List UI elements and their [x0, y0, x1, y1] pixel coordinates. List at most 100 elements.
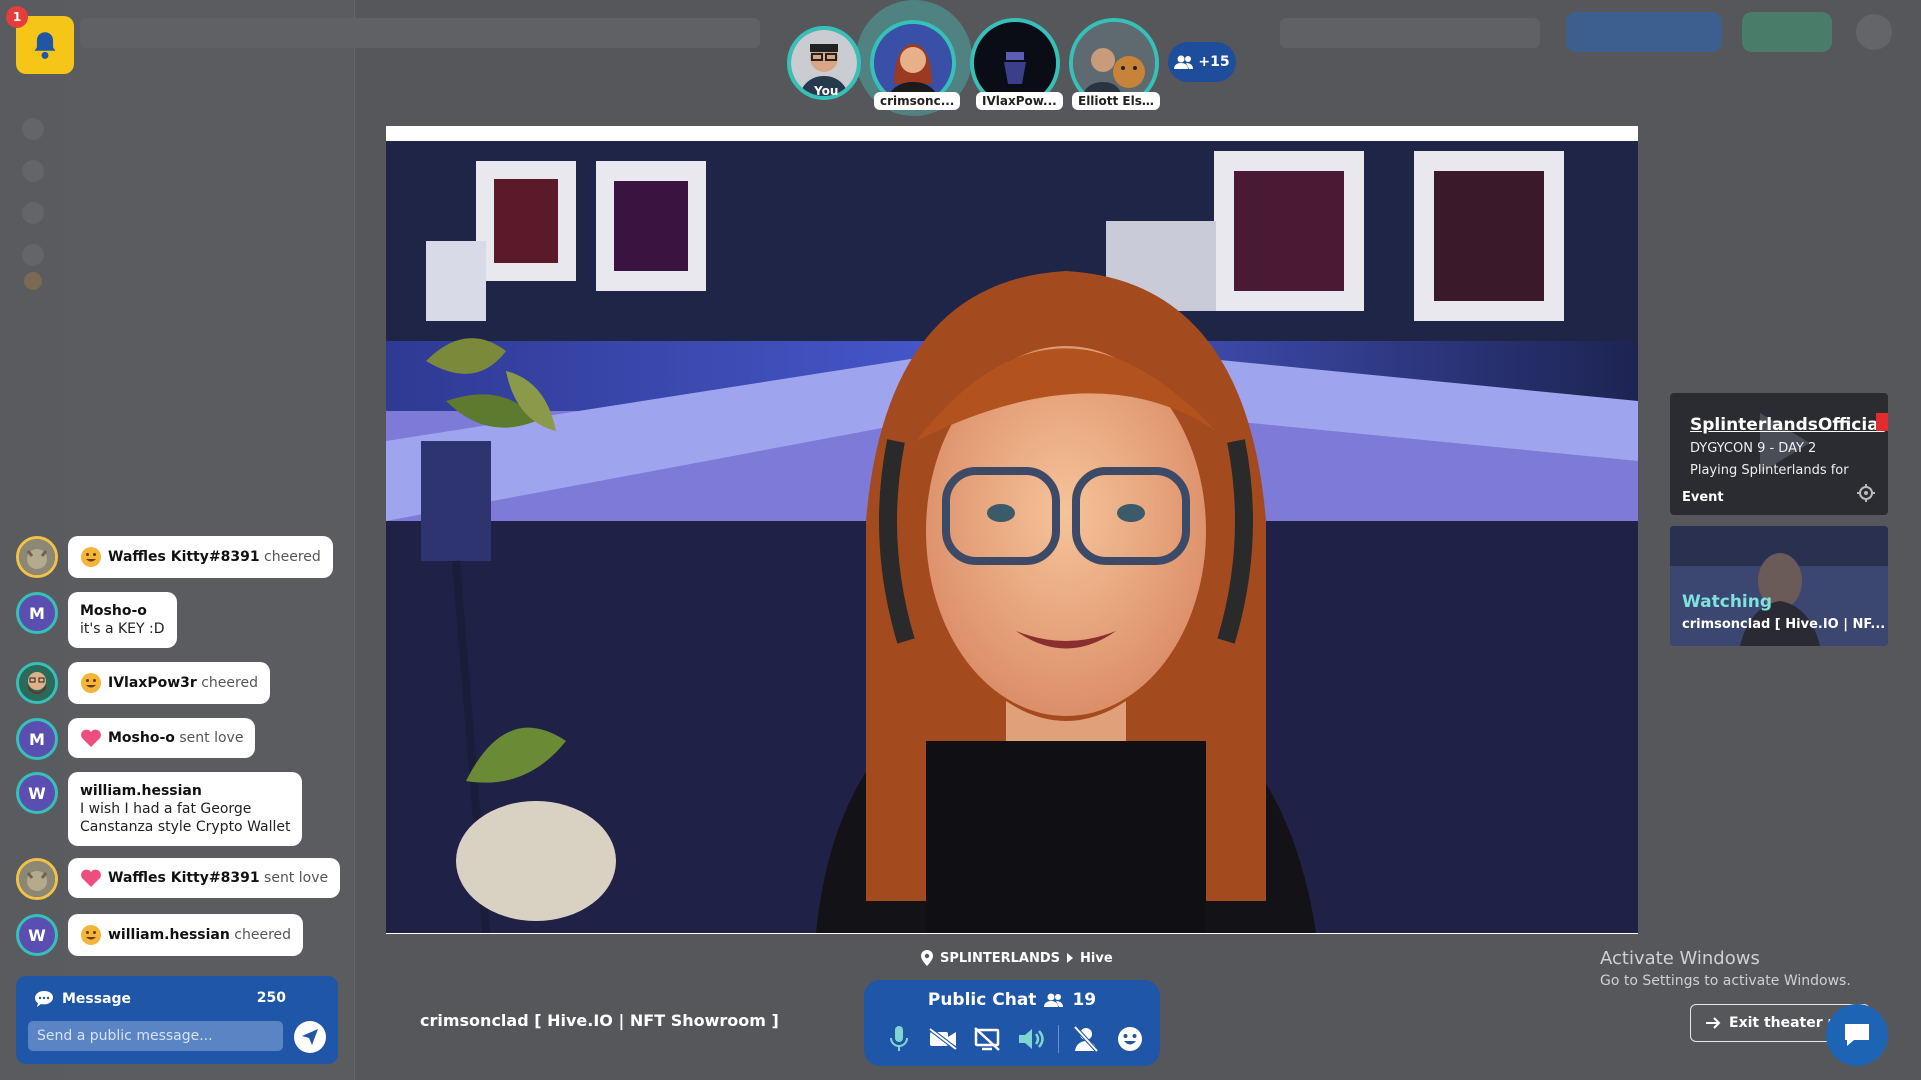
- controls-divider: [1058, 1025, 1059, 1053]
- smiley-icon: [1118, 1027, 1142, 1051]
- message-char-count: 250: [256, 990, 286, 1006]
- chat-bubble: Mosho-o sent love: [68, 718, 256, 758]
- chat-action: sent love: [179, 730, 244, 746]
- chat-message: I wish I had a fat George: [80, 801, 252, 817]
- chat-username[interactable]: william.hessian: [108, 927, 230, 943]
- heart-icon: [81, 869, 101, 887]
- more-participants-count: +15: [1198, 54, 1230, 70]
- chat-username[interactable]: Mosho-o: [108, 730, 175, 746]
- user-avatar[interactable]: W: [16, 914, 58, 956]
- user-photo-icon: [874, 24, 952, 102]
- room-title: crimsonclad [ Hive.IO | NFT Showroom ]: [420, 1011, 779, 1030]
- camera-toggle-button[interactable]: [926, 1022, 960, 1056]
- event-kind: Event: [1682, 490, 1724, 505]
- rail-icon: [22, 118, 44, 140]
- microphone-button[interactable]: [882, 1022, 916, 1056]
- chat-username[interactable]: IVlaxPow3r: [108, 675, 197, 691]
- chat-bubble: Waffles Kitty#8391 sent love: [68, 858, 341, 898]
- media-controls: [882, 1022, 1147, 1056]
- arrow-right-icon: [1706, 1017, 1721, 1029]
- message-composer: Message 250: [16, 976, 338, 1064]
- chat-username[interactable]: Waffles Kitty#8391: [108, 549, 260, 565]
- windows-activation-watermark: Activate Windows Go to Settings to activ…: [1600, 948, 1851, 989]
- screen-share-button[interactable]: [970, 1022, 1004, 1056]
- blurred-button: [1566, 12, 1722, 52]
- watching-card[interactable]: Watching crimsonclad [ Hive.IO | NF...: [1670, 526, 1888, 646]
- send-icon: [302, 1029, 318, 1045]
- event-card[interactable]: SplinterlandsOfficial DYGYCON 9 - DAY 2 …: [1670, 393, 1888, 515]
- public-chat-label: Public Chat: [927, 990, 1037, 1010]
- user-avatar[interactable]: M: [16, 718, 58, 760]
- participant-label-you: You: [814, 84, 839, 98]
- chat-bubble: IVlaxPow3r cheered: [68, 662, 270, 704]
- support-chat-button[interactable]: [1826, 1004, 1888, 1066]
- public-chat-count: 19: [1072, 990, 1097, 1010]
- chat-bubble: Waffles Kitty#8391 cheered: [68, 536, 333, 578]
- location-pin-icon: [921, 950, 933, 966]
- send-message-button[interactable]: [294, 1021, 326, 1053]
- public-chat-panel: Public Chat 19: [864, 980, 1160, 1066]
- event-channel-name[interactable]: SplinterlandsOfficial: [1690, 415, 1885, 435]
- chat-username[interactable]: Mosho-o: [80, 602, 165, 620]
- user-avatar[interactable]: [16, 536, 58, 578]
- blurred-header: [1280, 18, 1540, 48]
- user-avatar[interactable]: W: [16, 772, 58, 814]
- cheer-emoji-icon: [81, 925, 101, 945]
- users-icon: [1044, 993, 1064, 1007]
- chat-feed-item: IVlaxPow3r cheered: [16, 662, 270, 704]
- chat-action: cheered: [201, 675, 258, 691]
- chat-action: cheered: [234, 927, 292, 943]
- live-badge: [1876, 413, 1888, 431]
- users-icon: [1174, 55, 1194, 69]
- heart-icon: [81, 729, 101, 747]
- more-participants-button[interactable]: +15: [1168, 42, 1236, 82]
- breadcrumb-room[interactable]: Hive: [1080, 951, 1113, 966]
- blurred-header: [80, 18, 760, 48]
- message-header: Message: [34, 990, 131, 1008]
- chat-username[interactable]: william.hessian: [80, 782, 290, 800]
- rail-icon: [22, 160, 44, 182]
- watching-title: crimsonclad [ Hive.IO | NF...: [1682, 617, 1886, 632]
- user-avatar[interactable]: [16, 858, 58, 900]
- public-chat-header[interactable]: Public Chat 19: [864, 990, 1160, 1010]
- chat-bubble: william.hessian I wish I had a fat Georg…: [68, 772, 303, 846]
- chat-action: cheered: [264, 549, 321, 565]
- screen-share-off-icon: [974, 1027, 1000, 1051]
- speaker-icon: [1019, 1029, 1044, 1049]
- watermark-subtitle: Go to Settings to activate Windows.: [1600, 973, 1851, 989]
- rail-icon: [24, 272, 42, 290]
- hide-participants-button[interactable]: [1069, 1022, 1103, 1056]
- cat-avatar-icon: [19, 861, 55, 897]
- chat-feed-item: W william.hessian cheered: [16, 914, 304, 956]
- chevron-right-icon: [1067, 953, 1074, 963]
- gear-icon[interactable]: [1856, 483, 1876, 503]
- main-video-feed[interactable]: [386, 141, 1638, 933]
- video-scene: [386, 141, 1638, 933]
- notification-badge: 1: [6, 6, 28, 28]
- chat-message: it's a KEY :D: [80, 621, 165, 637]
- breadcrumb-group[interactable]: SPLINTERLANDS: [940, 951, 1060, 966]
- bearded-avatar-icon: [19, 665, 55, 701]
- chat-bubble: william.hessian cheered: [68, 914, 304, 956]
- user-avatar[interactable]: M: [16, 592, 58, 634]
- chat-message: Canstanza style Crypto Wallet: [80, 819, 291, 835]
- public-message-input[interactable]: [28, 1021, 283, 1051]
- message-label: Message: [62, 991, 132, 1007]
- chat-feed-item: Waffles Kitty#8391 cheered: [16, 536, 333, 578]
- volume-button[interactable]: [1014, 1022, 1048, 1056]
- user-avatar[interactable]: [16, 662, 58, 704]
- event-description: Playing Splinterlands for: [1690, 463, 1849, 478]
- user-off-icon: [1073, 1025, 1099, 1053]
- watermark-title: Activate Windows: [1600, 948, 1760, 969]
- rail-icon: [22, 202, 44, 224]
- microphone-icon: [890, 1026, 908, 1051]
- emoji-reaction-button[interactable]: [1113, 1022, 1147, 1056]
- chat-feed-item: Waffles Kitty#8391 sent love: [16, 858, 341, 900]
- camera-off-icon: [928, 1027, 958, 1051]
- rail-icon: [22, 244, 44, 266]
- watching-label: Watching: [1682, 592, 1773, 612]
- chat-username[interactable]: Waffles Kitty#8391: [108, 870, 260, 886]
- chat-icon: [1845, 1024, 1869, 1046]
- participant-label-crimsonclad: crimsonc...: [874, 92, 961, 110]
- chat-action: sent love: [264, 870, 329, 886]
